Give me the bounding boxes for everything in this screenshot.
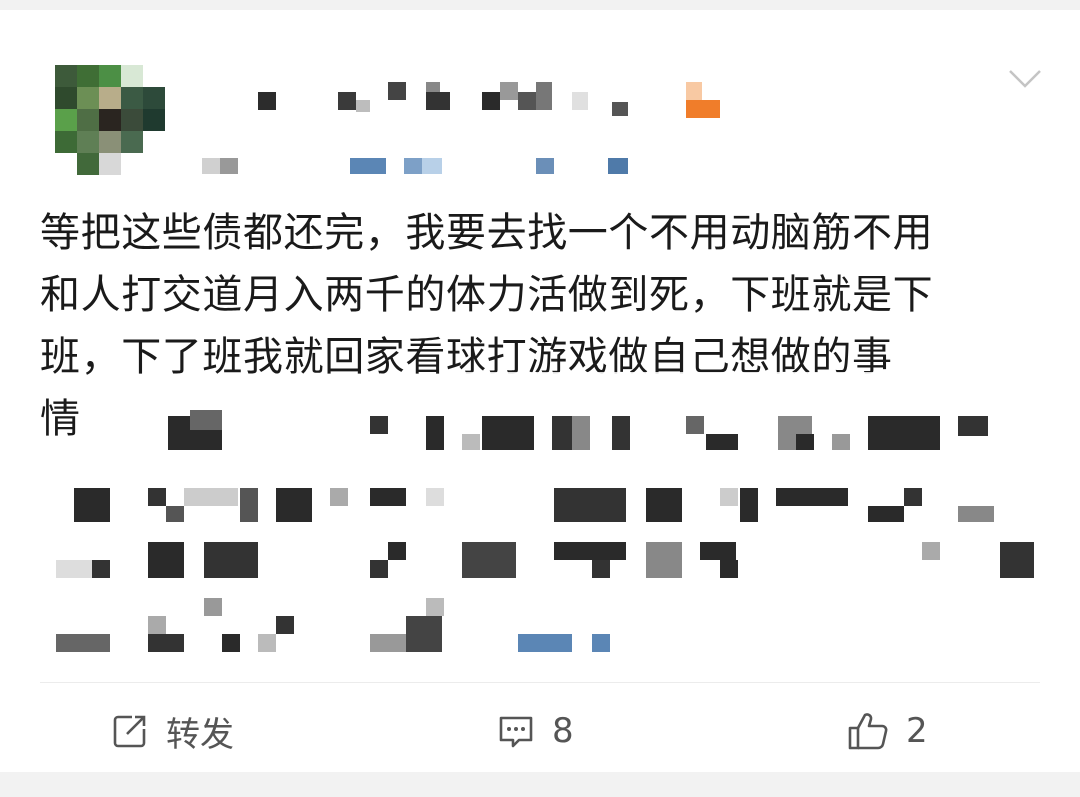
action-divider bbox=[40, 682, 1040, 683]
share-arrow-icon bbox=[113, 715, 146, 748]
chevron-down-icon bbox=[1009, 70, 1041, 88]
like-button[interactable]: 2 bbox=[846, 704, 928, 758]
post-menu-button[interactable] bbox=[1008, 68, 1042, 90]
avatar[interactable] bbox=[55, 65, 165, 175]
repost-button[interactable]: 转发 bbox=[110, 704, 234, 758]
like-count: 2 bbox=[906, 711, 928, 751]
comment-button[interactable]: 8 bbox=[496, 704, 574, 758]
post-text-line: 和人打交道月入两千的体力活做到死，下班就是下 bbox=[40, 272, 934, 318]
comment-bubble-icon bbox=[499, 716, 533, 748]
post-card: 等把这些债都还完，我要去找一个不用动脑筋不用 和人打交道月入两千的体力活做到死，… bbox=[0, 10, 1080, 772]
comment-count: 8 bbox=[552, 711, 574, 751]
repost-label: 转发 bbox=[166, 714, 234, 755]
post-text-line: 等把这些债都还完，我要去找一个不用动脑筋不用 bbox=[40, 210, 934, 256]
thumbs-up-icon bbox=[848, 713, 888, 750]
